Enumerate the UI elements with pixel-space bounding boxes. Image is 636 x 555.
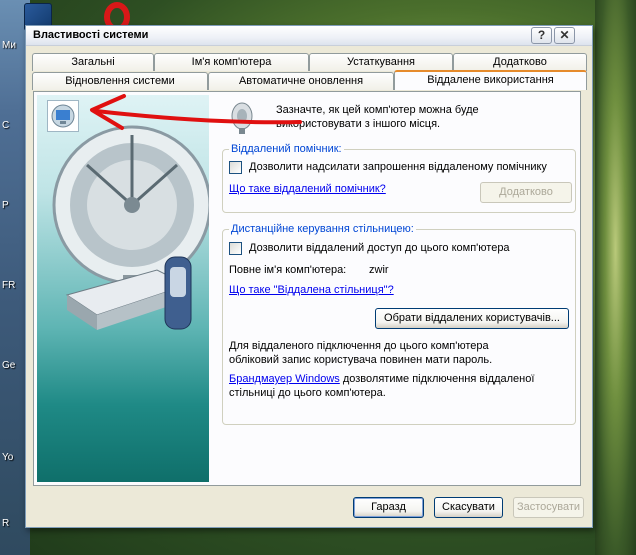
- allow-invitations-checkbox[interactable]: [229, 161, 242, 174]
- desktop-label[interactable]: Ми: [2, 40, 16, 51]
- dish-small-icon: [231, 102, 253, 134]
- close-button[interactable]: ✕: [554, 27, 575, 44]
- full-computer-name-value: zwir: [369, 264, 389, 276]
- desktop-label[interactable]: Ge: [2, 360, 15, 371]
- allow-remote-access-checkbox[interactable]: [229, 242, 242, 255]
- ok-button[interactable]: Гаразд: [353, 497, 424, 518]
- tab-advanced[interactable]: Додатково: [453, 53, 587, 71]
- intro-line-2: використовувати з іншого місця.: [276, 118, 441, 130]
- what-is-remote-desktop-link[interactable]: Що таке "Віддалена стільниця"?: [229, 284, 394, 296]
- desktop-right-strip: [595, 0, 636, 555]
- title-bar[interactable]: Властивості системи ? ✕: [26, 26, 592, 46]
- intro-line-1: Зазначте, як цей комп'ютер можна буде: [276, 104, 479, 116]
- tab-system-restore[interactable]: Відновлення системи: [32, 72, 208, 90]
- remote-tab-panel: Зазначте, як цей комп'ютер можна буде ви…: [33, 91, 581, 486]
- remote-desktop-group: Дистанційне керування стільницею: Дозвол…: [222, 223, 576, 425]
- desktop-label[interactable]: Yo: [2, 452, 13, 463]
- tab-hardware[interactable]: Устаткування: [309, 53, 453, 71]
- desktop-label[interactable]: R: [2, 518, 9, 529]
- system-properties-window: Властивості системи ? ✕ Загальні Ім'я ко…: [25, 25, 593, 528]
- cancel-button[interactable]: Скасувати: [434, 497, 503, 518]
- tab-automatic-updates[interactable]: Автоматичне оновлення: [208, 72, 394, 90]
- password-note-line-2: обліковий запис користувача повинен мати…: [229, 354, 493, 366]
- remote-assistance-group: Віддалений помічник: Дозволити надсилати…: [222, 143, 576, 213]
- allow-remote-access-label[interactable]: Дозволити віддалений доступ до цього ком…: [249, 242, 510, 254]
- desktop-label[interactable]: С: [2, 120, 9, 131]
- remote-desktop-legend: Дистанційне керування стільницею:: [229, 223, 416, 235]
- firewall-note-line-1: Брандмауер Windows дозволятиме підключен…: [229, 373, 534, 385]
- remote-assistance-legend: Віддалений помічник:: [229, 143, 344, 155]
- satellite-dish-illustration: [52, 125, 209, 330]
- what-is-remote-assistance-link[interactable]: Що таке віддалений помічник?: [229, 183, 386, 195]
- remote-banner-image: [37, 95, 209, 482]
- window-title: Властивості системи: [33, 29, 149, 41]
- firewall-note-text-1: дозволятиме підключення віддаленої: [339, 373, 535, 385]
- desktop-label[interactable]: FR: [2, 280, 15, 291]
- full-computer-name-label: Повне ім'я комп'ютера:: [229, 264, 347, 276]
- allow-invitations-label[interactable]: Дозволити надсилати запрошення віддалено…: [249, 161, 547, 173]
- apply-button[interactable]: Застосувати: [513, 497, 584, 518]
- tab-computer-name[interactable]: Ім'я комп'ютера: [154, 53, 309, 71]
- windows-firewall-link[interactable]: Брандмауер Windows: [229, 373, 340, 385]
- assistance-advanced-button[interactable]: Додатково: [480, 182, 572, 203]
- tab-remote[interactable]: Віддалене використання: [394, 70, 587, 90]
- remote-computer-icon: [47, 100, 79, 132]
- help-button[interactable]: ?: [531, 27, 552, 44]
- password-note-line-1: Для віддаленого підключення до цього ком…: [229, 340, 489, 352]
- firewall-note-line-2: стільниці до цього комп'ютера.: [229, 387, 386, 399]
- desktop-label[interactable]: Р: [2, 200, 9, 211]
- tab-general[interactable]: Загальні: [32, 53, 154, 71]
- select-remote-users-button[interactable]: Обрати віддалених користувачів...: [375, 308, 569, 329]
